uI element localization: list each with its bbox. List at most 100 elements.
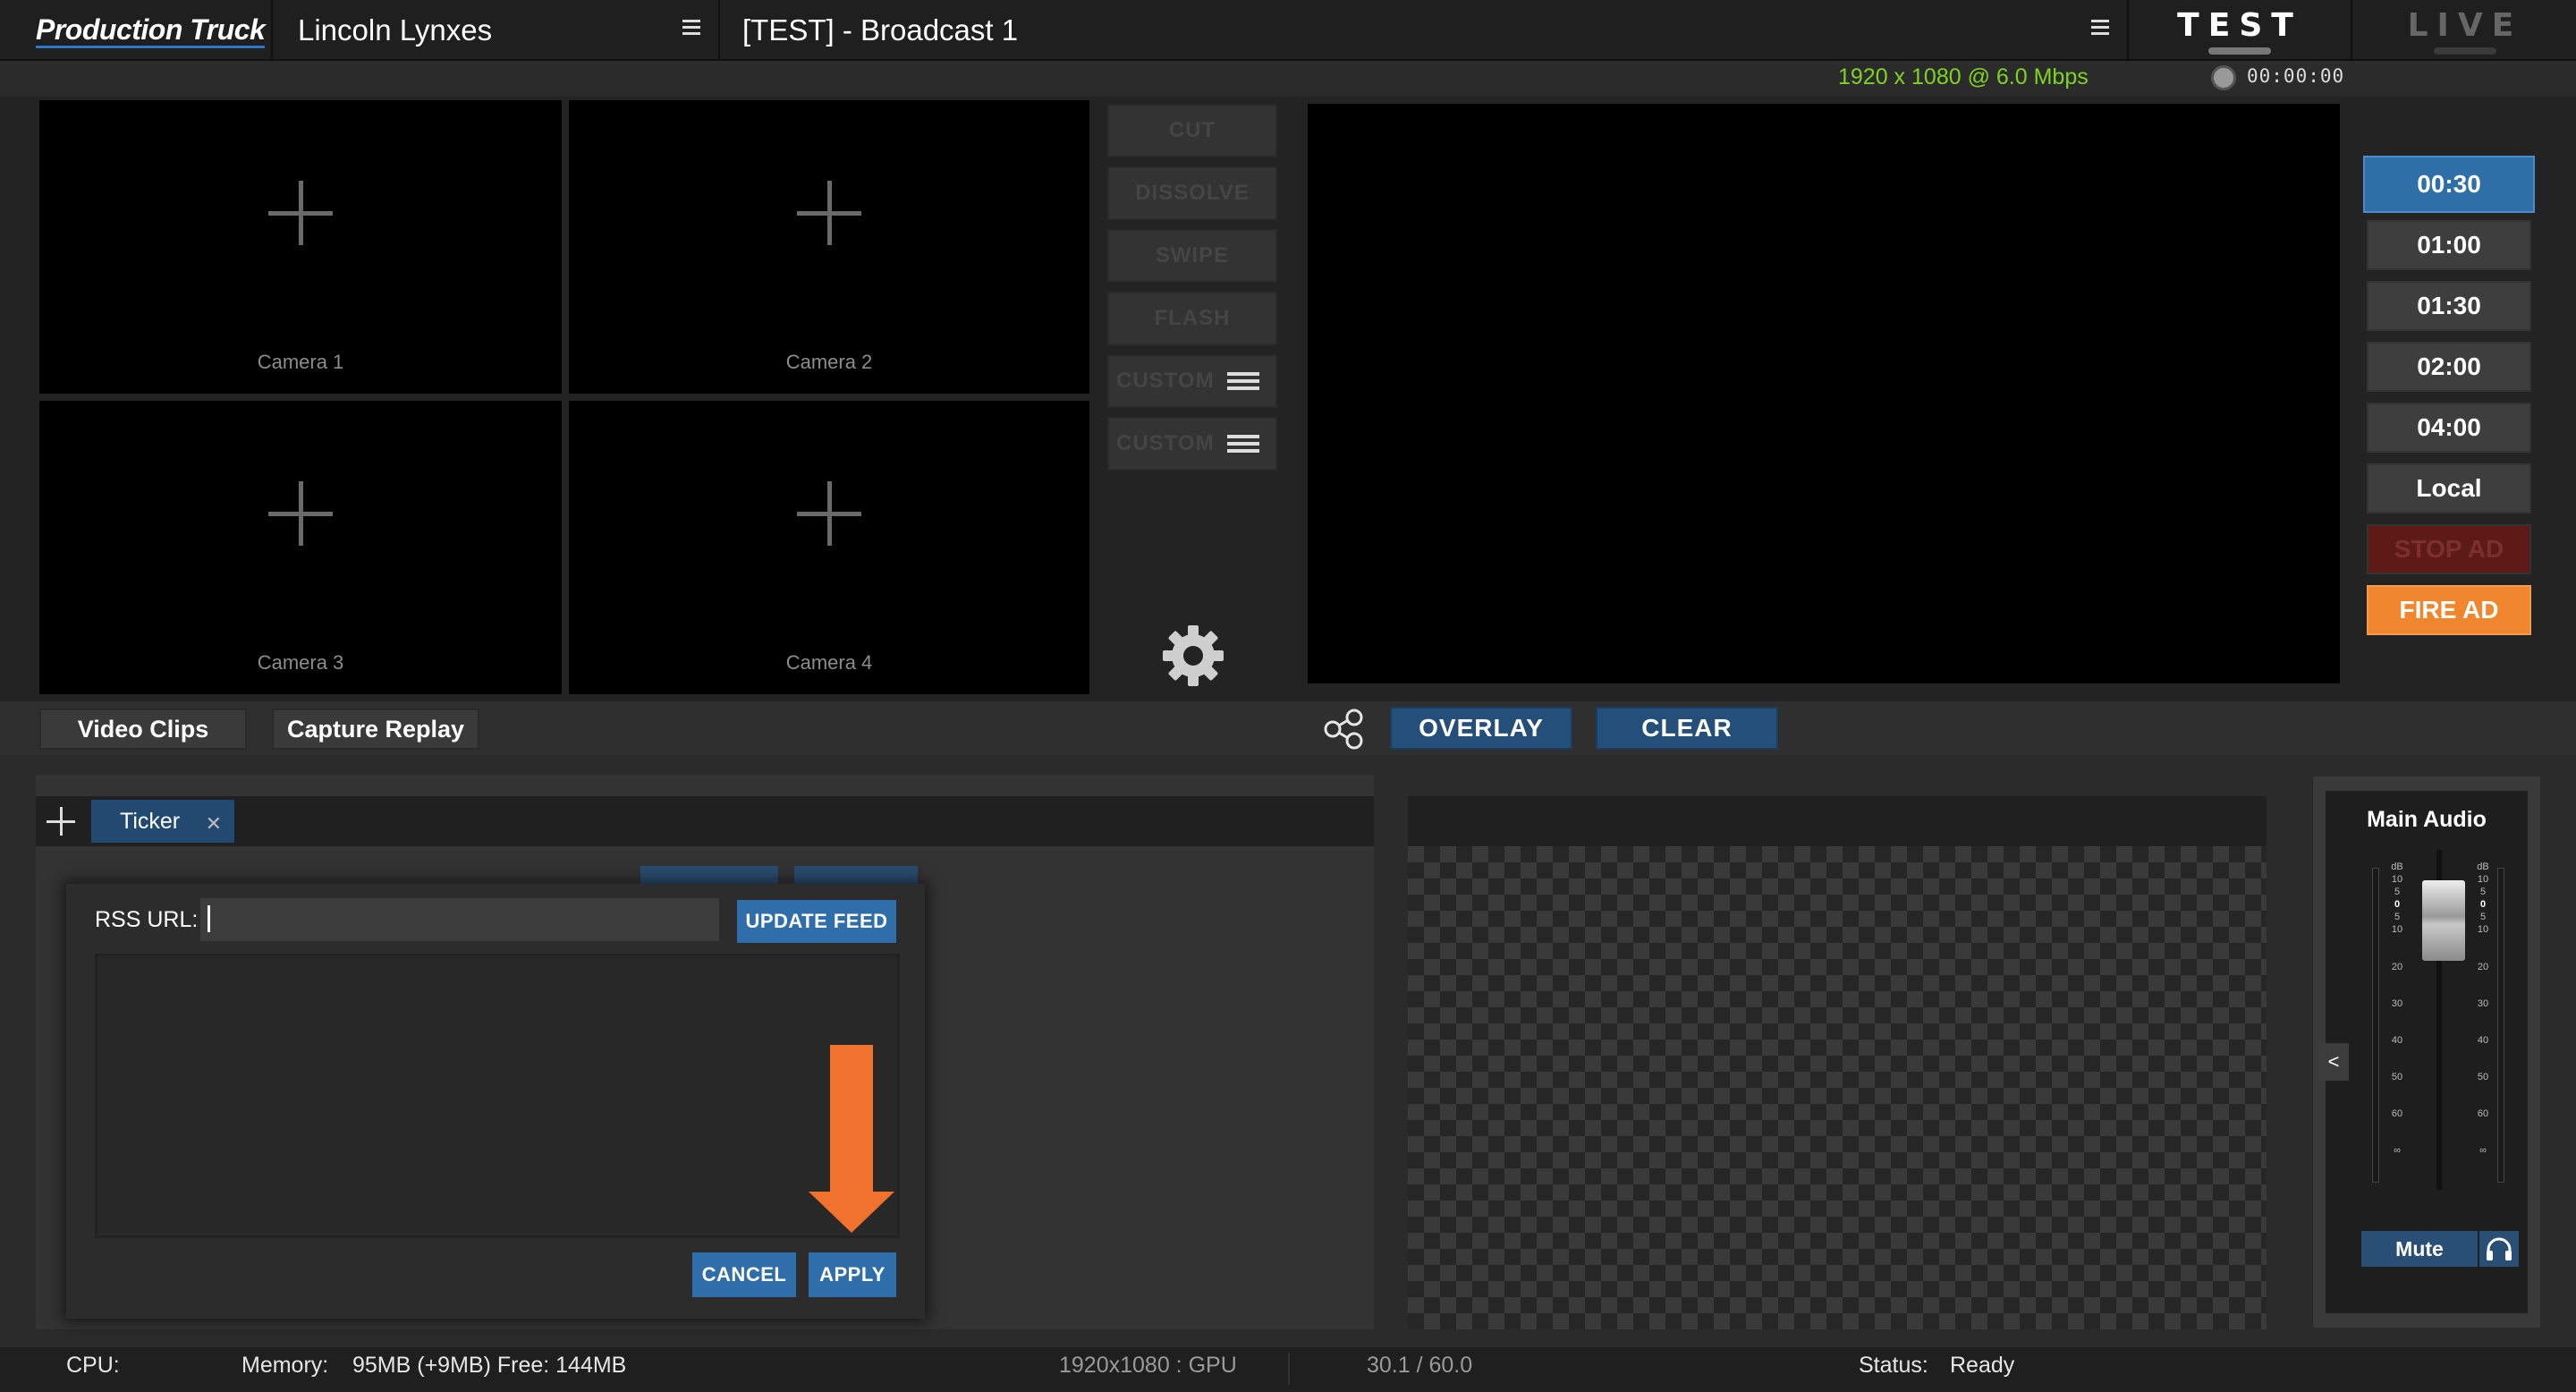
custom-menu-icon[interactable] [1227,431,1259,456]
stop-ad-button[interactable]: STOP AD [2367,524,2531,574]
scale-unit: dB [2391,862,2403,872]
scale-mark: 5 [2394,912,2401,922]
transition-label: SWIPE [1155,243,1230,267]
mute-button[interactable]: Mute [2361,1231,2478,1267]
overlay-button[interactable]: OVERLAY [1390,707,1572,750]
ad-timer-0030-button[interactable]: 00:30 [2363,156,2535,213]
feed-preview-area[interactable] [95,954,900,1238]
transition-label: CUT [1168,118,1216,142]
transition-label: FLASH [1154,306,1231,330]
scale-mark: 0 [2479,899,2487,910]
camera-slot-3[interactable]: Camera 3 [39,401,562,694]
ad-label: 00:30 [2417,170,2481,198]
tab-label: Ticker [120,808,181,834]
settings-gear-icon[interactable] [1159,622,1227,690]
transition-swipe-button[interactable]: SWIPE [1107,229,1277,283]
ad-local-button[interactable]: Local [2367,463,2531,514]
add-tab-icon[interactable] [43,803,79,839]
main-audio-title: Main Audio [2367,807,2487,832]
scale-mark: 20 [2477,962,2489,972]
ad-timer-0130-button[interactable]: 01:30 [2367,281,2531,331]
scale-unit: dB [2477,862,2489,872]
capture-replay-button[interactable]: Capture Replay [272,709,479,750]
live-mode-button[interactable]: LIVE [2354,0,2576,61]
share-icon[interactable] [1322,707,1367,751]
transition-label: DISSOLVE [1135,181,1250,205]
test-mode-indicator [2208,47,2271,55]
add-camera-icon[interactable] [268,181,333,245]
apply-button[interactable]: APPLY [809,1252,896,1297]
collapse-audio-button[interactable]: < [2318,1043,2349,1081]
ad-timer-0200-button[interactable]: 02:00 [2367,342,2531,392]
memory-value: 95MB (+9MB) Free: 144MB [352,1353,627,1378]
record-timer: 00:00:00 [2247,65,2345,87]
transition-label: CUSTOM [1116,431,1215,455]
scale-mark: 30 [2391,998,2403,1009]
overlay-preview-canvas [1408,846,2267,1329]
scale-mark: 10 [2477,874,2489,885]
record-indicator-icon [2211,65,2236,90]
live-mode-label: LIVE [2407,6,2523,44]
scale-mark: 50 [2391,1072,2403,1082]
scale-mark: 40 [2477,1035,2489,1046]
camera-slot-2[interactable]: Camera 2 [569,100,1089,394]
tab-ticker[interactable]: Ticker ✕ [91,800,234,843]
camera-label: Camera 3 [257,651,344,674]
ad-timer-0400-button[interactable]: 04:00 [2367,403,2531,453]
transition-flash-button[interactable]: FLASH [1107,292,1277,345]
scale-mark: 20 [2391,962,2403,972]
overlay-preview-header [1408,796,2267,846]
brand-logo[interactable]: Production Truck [0,0,273,61]
volume-fader-handle[interactable] [2422,880,2465,961]
scale-mark: 50 [2477,1072,2489,1082]
ad-label: 04:00 [2417,413,2481,441]
add-camera-icon[interactable] [797,481,861,546]
add-camera-icon[interactable] [797,181,861,245]
transition-dissolve-button[interactable]: DISSOLVE [1107,166,1277,220]
scale-mark: 10 [2391,874,2403,885]
program-preview[interactable] [1308,104,2340,683]
ad-label: Local [2416,474,2482,502]
transition-label: CUSTOM [1116,369,1215,393]
camera-slot-4[interactable]: Camera 4 [569,401,1089,694]
close-tab-icon[interactable]: ✕ [206,812,222,836]
down-arrow-icon [809,1045,894,1233]
custom-menu-icon[interactable] [1227,369,1259,394]
scale-mark: 5 [2479,887,2487,897]
right-db-scale: dB 10 5 0 5 10 20 30 40 50 60 ∞ [2470,861,2496,1157]
transition-custom-button-2[interactable]: CUSTOM [1107,417,1277,471]
graphics-tab-bar [36,796,1374,846]
scale-mark: 0 [2394,899,2401,910]
camera-label: Camera 4 [785,651,873,674]
transition-cut-button[interactable]: CUT [1107,104,1277,157]
transition-custom-button-1[interactable]: CUSTOM [1107,354,1277,408]
test-mode-button[interactable]: TEST [2129,0,2352,61]
team-menu-icon[interactable] [682,20,700,38]
memory-label: Memory: [242,1353,329,1378]
update-feed-label: UPDATE FEED [745,910,888,932]
test-mode-label: TEST [2177,6,2302,44]
ad-label: FIRE AD [2399,596,2499,624]
broadcast-selector[interactable]: [TEST] - Broadcast 1 [720,0,2129,61]
fps-info: 30.1 / 60.0 [1367,1353,1473,1378]
update-feed-button[interactable]: UPDATE FEED [737,900,896,943]
team-selector[interactable]: Lincoln Lynxes [273,0,720,61]
clear-label: CLEAR [1641,714,1733,742]
clear-button[interactable]: CLEAR [1596,707,1778,750]
right-level-meter [2497,868,2504,1183]
rss-url-input[interactable] [200,898,719,941]
ad-label: STOP AD [2394,535,2504,563]
add-camera-icon[interactable] [268,481,333,546]
ad-timer-0100-button[interactable]: 01:00 [2367,220,2531,270]
headphones-button[interactable] [2479,1231,2519,1267]
broadcast-menu-icon[interactable] [2091,20,2109,38]
fire-ad-button[interactable]: FIRE AD [2367,585,2531,635]
collapse-label: < [2327,1050,2340,1073]
scale-mark: 60 [2477,1108,2489,1119]
cancel-button[interactable]: CANCEL [692,1252,796,1297]
status-divider [1288,1353,1290,1385]
capture-replay-label: Capture Replay [286,715,465,743]
camera-slot-1[interactable]: Camera 1 [39,100,562,394]
brand-text: Production Truck [36,13,266,48]
video-clips-button[interactable]: Video Clips [39,709,247,750]
